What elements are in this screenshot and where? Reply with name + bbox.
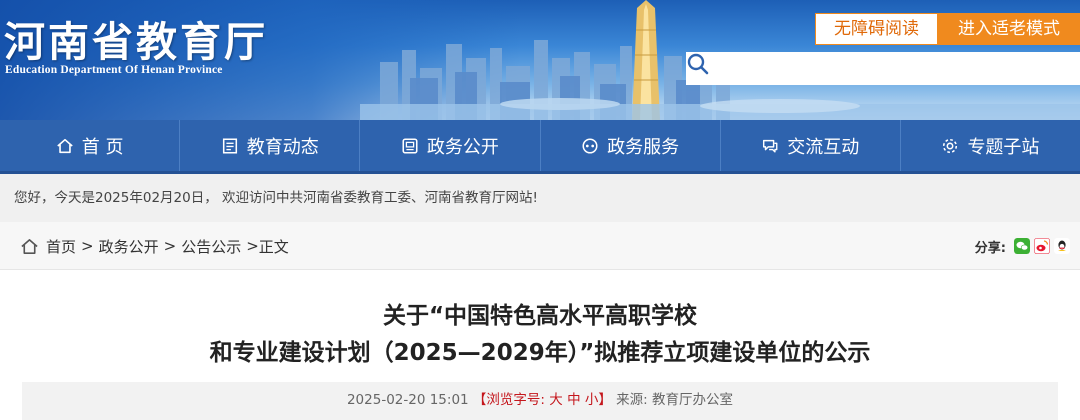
nav-label: 首 页 — [81, 136, 124, 158]
accessible-reading-button[interactable]: 无障碍阅读 — [815, 13, 938, 45]
site-logo-subtitle: Education Department Of Henan Province — [5, 64, 223, 76]
header-banner: 河南省教育厅 Education Department Of Henan Pro… — [0, 0, 1080, 120]
breadcrumb-separator: > — [81, 237, 94, 255]
share-bar: 分享: — [975, 222, 1070, 270]
article-meta: 2025-02-20 15:01 【浏览字号: 大 中 小】 来源: 教育厅办公… — [22, 382, 1058, 420]
news-icon — [222, 137, 237, 154]
share-label: 分享: — [974, 240, 1006, 256]
nav-label: 交流互动 — [787, 136, 860, 158]
nav-item-interaction[interactable]: 交流互动 — [721, 120, 901, 171]
elder-mode-button[interactable]: 进入适老模式 — [938, 13, 1080, 45]
breadcrumb: 首页 > 政务公开 > 公告公示 > 正文 — [20, 222, 289, 270]
weibo-icon[interactable] — [1034, 238, 1050, 254]
nav-label: 教育动态 — [246, 136, 319, 158]
nav-label: 政务公开 — [426, 136, 499, 158]
article-title-line-1: 关于“中国特色高水平高职学校 — [382, 303, 698, 329]
site-logo-title[interactable]: 河南省教育厅 — [4, 8, 268, 68]
font-size-control: 【浏览字号: 大 中 小】 — [473, 392, 612, 408]
font-size-medium[interactable]: 中 — [567, 392, 581, 408]
breadcrumb-separator: > — [246, 237, 259, 255]
main-nav: 首 页 教育动态 政务公开 政务服务 交流互动 专题子站 — [0, 120, 1080, 174]
breadcrumb-home[interactable]: 首页 — [46, 236, 76, 257]
nav-label: 政务服务 — [607, 136, 680, 158]
search-input[interactable] — [686, 52, 1036, 85]
nav-item-education-news[interactable]: 教育动态 — [180, 120, 361, 171]
article-title: 关于“中国特色高水平高职学校 和专业建设计划（2025—2029年）”拟推荐立项… — [0, 298, 1080, 372]
breadcrumb-separator: > — [163, 237, 177, 255]
breadcrumb-bar: 首页 > 政务公开 > 公告公示 > 正文 分享: — [0, 222, 1080, 270]
nav-item-topic-subsites[interactable]: 专题子站 — [901, 120, 1080, 171]
doc-icon — [402, 137, 418, 154]
font-size-label: 【浏览字号: — [472, 392, 545, 408]
breadcrumb-gov-affairs[interactable]: 政务公开 — [99, 236, 159, 257]
font-size-large[interactable]: 大 — [549, 392, 563, 408]
tower-icon — [632, 0, 660, 120]
wechat-icon[interactable] — [1014, 238, 1030, 254]
article-source: 来源: 教育厅办公室 — [616, 392, 734, 408]
nav-item-home[interactable]: 首 页 — [0, 120, 181, 171]
home-icon — [21, 238, 38, 254]
qq-icon[interactable] — [1054, 238, 1070, 254]
welcome-message: 您好，今天是2025年02月20日， 欢迎访问中共河南省委教育工委、河南省教育厅… — [0, 174, 1080, 222]
breadcrumb-current: 正文 — [258, 237, 289, 256]
font-size-small[interactable]: 小 — [585, 392, 599, 408]
home-icon — [56, 138, 73, 153]
font-size-close: 】 — [598, 392, 612, 408]
search-icon[interactable] — [686, 52, 710, 76]
service-icon — [582, 137, 598, 154]
nav-item-gov-affairs-public[interactable]: 政务公开 — [360, 120, 541, 171]
publish-date: 2025-02-20 15:01 — [346, 392, 469, 408]
search-box — [686, 52, 1080, 85]
nav-item-gov-services[interactable]: 政务服务 — [541, 120, 721, 171]
chat-icon — [763, 139, 778, 153]
gear-icon — [943, 138, 958, 153]
article-panel: 首页 > 政务公开 > 公告公示 > 正文 分享: 关于“中国特色高水平高职学校… — [0, 222, 1080, 420]
article-title-line-2: 和专业建设计划（2025—2029年）”拟推荐立项建设单位的公示 — [209, 340, 871, 366]
breadcrumb-announcements[interactable]: 公告公示 — [181, 236, 241, 257]
nav-label: 专题子站 — [967, 136, 1040, 158]
